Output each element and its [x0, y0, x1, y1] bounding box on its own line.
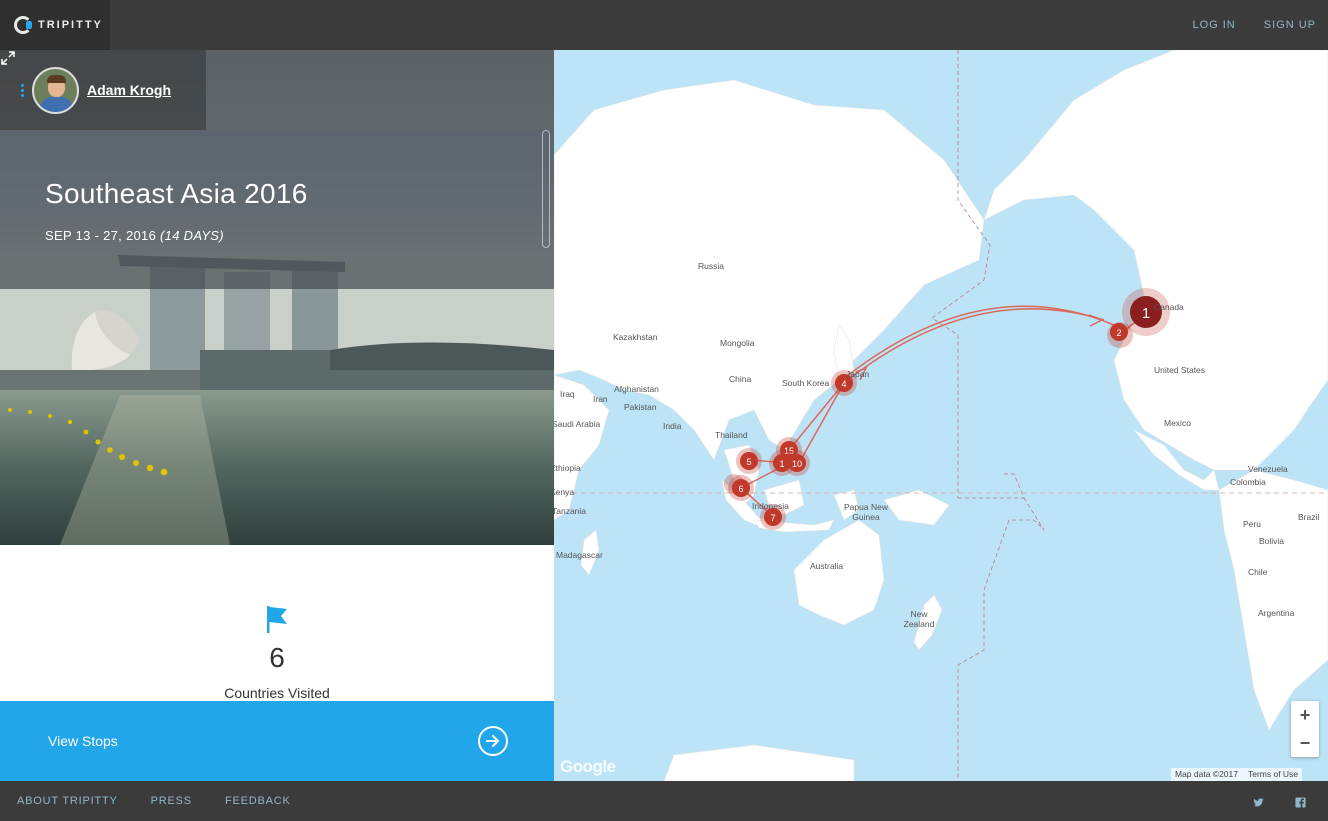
svg-text:2: 2: [1116, 328, 1121, 338]
map-label-madagascar: Madagascar: [556, 550, 603, 560]
top-bar: TRIPITTY LOG IN SIGN UP: [0, 0, 1328, 50]
map-label-indonesia: Indonesia: [752, 501, 789, 511]
svg-text:1: 1: [779, 459, 784, 469]
login-link[interactable]: LOG IN: [1192, 19, 1235, 31]
map-label-bolivia: Bolivia: [1259, 536, 1285, 546]
profile-bar: Adam Krogh: [0, 50, 206, 130]
auth-links: LOG IN SIGN UP: [1192, 0, 1316, 50]
svg-text:5: 5: [746, 457, 751, 467]
stop-marker-5[interactable]: 5: [736, 448, 762, 474]
map-attribution: Map data ©2017 Terms of Use: [1171, 768, 1303, 781]
press-link[interactable]: PRESS: [151, 795, 192, 807]
map-label-united-states: United States: [1154, 365, 1206, 375]
svg-text:1: 1: [1142, 305, 1150, 322]
view-stops-label: View Stops: [48, 733, 118, 749]
profile-name-link[interactable]: Adam Krogh: [87, 82, 171, 98]
facebook-icon[interactable]: [1295, 795, 1306, 808]
map-label-australia: Australia: [810, 561, 844, 571]
map-label-chile: Chile: [1248, 567, 1268, 577]
view-stops-button[interactable]: View Stops: [0, 701, 554, 781]
map-label-thailand: Thailand: [715, 430, 748, 440]
about-link[interactable]: ABOUT TRIPITTY: [17, 795, 118, 807]
map-label-peru: Peru: [1243, 519, 1261, 529]
countries-visited-label: Countries Visited: [224, 685, 330, 701]
stop-marker-2[interactable]: 2: [1107, 322, 1133, 348]
arrow-right-icon: [478, 726, 508, 756]
footer: ABOUT TRIPITTY PRESS FEEDBACK: [0, 781, 1328, 821]
trip-date-range: SEP 13 - 27, 2016: [45, 228, 157, 243]
map-label-iran: Iran: [593, 394, 608, 404]
terms-of-use-link[interactable]: Terms of Use: [1248, 769, 1298, 780]
stop-marker-6[interactable]: 6: [724, 474, 754, 501]
map-label-pakistan: Pakistan: [624, 402, 657, 412]
trip-stats: 6 Countries Visited: [0, 545, 554, 701]
map-label-south-korea: South Korea: [782, 378, 830, 388]
map-label-kazakhstan: Kazakhstan: [613, 332, 658, 342]
map-label-afghanistan: Afghanistan: [614, 384, 659, 394]
expand-icon[interactable]: [0, 50, 16, 66]
countries-visited-value: 6: [269, 642, 285, 673]
map-label-saudi-arabia: Saudi Arabia: [554, 419, 601, 429]
avatar[interactable]: [32, 66, 79, 114]
zoom-out-button[interactable]: −: [1291, 729, 1319, 757]
map-label-china: China: [729, 374, 752, 384]
trip-map[interactable]: 1 2 4 5 6 7 15 1 10 Russia Kazakhstan Mo…: [554, 50, 1328, 781]
trip-title: Southeast Asia 2016: [45, 178, 308, 209]
svg-text:6: 6: [738, 484, 743, 494]
stop-marker-10[interactable]: 10: [784, 450, 810, 476]
map-label-new-zealand: New Zealand: [903, 609, 935, 629]
app-root: TRIPITTY LOG IN SIGN UP Adam Krogh South…: [0, 0, 1328, 821]
profile-bar-extension: [206, 50, 554, 130]
map-label-papua-new-guinea: Papua New Guinea: [844, 502, 888, 522]
map-label-iraq: Iraq: [560, 389, 575, 399]
svg-text:4: 4: [841, 379, 846, 389]
logo-icon: [14, 16, 32, 34]
map-label-kenya: Kenya: [554, 487, 575, 497]
map-label-brazil: Brazil: [1298, 512, 1320, 522]
svg-text:7: 7: [770, 513, 775, 523]
logo[interactable]: TRIPITTY: [0, 0, 110, 50]
google-logo[interactable]: Google: [560, 757, 616, 777]
zoom-controls: + −: [1291, 701, 1319, 757]
logo-text: TRIPITTY: [38, 19, 103, 31]
map-label-argentina: Argentina: [1258, 608, 1295, 618]
map-label-tanzania: Tanzania: [554, 506, 587, 516]
zoom-in-button[interactable]: +: [1291, 701, 1319, 729]
flag-icon: [267, 606, 287, 633]
svg-text:10: 10: [792, 459, 802, 469]
trip-panel: Adam Krogh Southeast Asia 2016 SEP 13 - …: [0, 50, 554, 781]
map-label-venezuela: Venezuela: [1248, 464, 1288, 474]
map-label-russia: Russia: [698, 261, 724, 271]
trip-cover-photo: Adam Krogh Southeast Asia 2016 SEP 13 - …: [0, 50, 554, 545]
map-label-colombia: Colombia: [1230, 477, 1266, 487]
trip-duration: (14 DAYS): [160, 228, 224, 243]
map-label-canada: Canada: [1154, 302, 1184, 312]
map-label-mexico: Mexico: [1164, 418, 1191, 428]
social-links: [1253, 795, 1306, 808]
map-label-mongolia: Mongolia: [720, 338, 755, 348]
footer-links: ABOUT TRIPITTY PRESS FEEDBACK: [17, 781, 291, 821]
trip-markers: 1 2 4 5 6 7 15 1 10: [724, 288, 1170, 530]
map-data-text: Map data ©2017: [1175, 769, 1238, 779]
map-label-japan: Japan: [846, 369, 870, 379]
twitter-icon[interactable]: [1253, 795, 1264, 807]
feedback-link[interactable]: FEEDBACK: [225, 795, 291, 807]
map-label-india: India: [663, 421, 682, 431]
trip-dates: SEP 13 - 27, 2016 (14 DAYS): [45, 228, 224, 243]
scrollbar[interactable]: [542, 130, 550, 248]
signup-link[interactable]: SIGN UP: [1264, 19, 1316, 31]
map-label-ethiopia: Ethiopia: [554, 463, 581, 473]
